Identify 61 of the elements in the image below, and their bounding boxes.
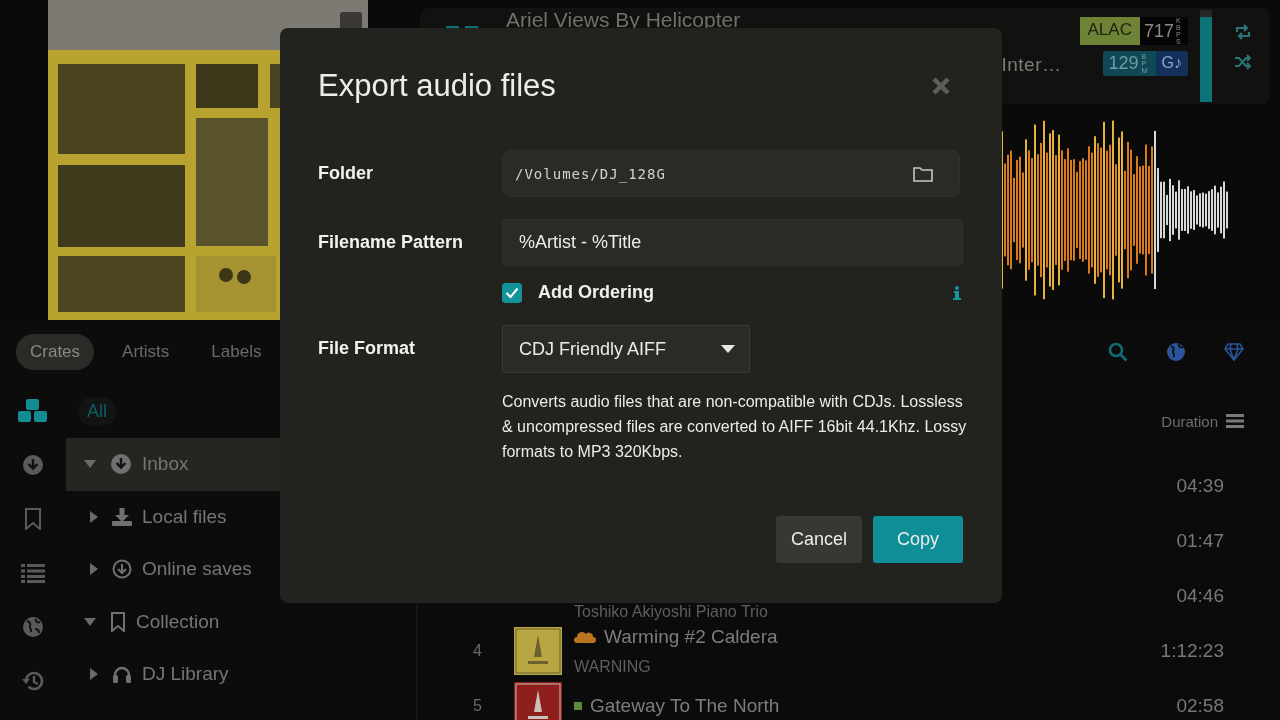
caret-right-icon[interactable] [90,668,98,681]
track-duration: 04:39 [1175,474,1225,497]
pattern-field[interactable]: %Artist - %Title [502,219,963,266]
column-menu-icon[interactable] [1226,414,1244,428]
browser-tab[interactable]: Crates [16,334,95,370]
format-description: Converts audio files that are non-compatible with CDJs. Lossless & uncompressed files are converted to AIFF 16bit 44.1Khz. Lossy formats to MP3 320Kbps. [502,392,968,462]
field-label: Filename Pattern [318,232,465,253]
cubes-icon[interactable] [17,398,49,424]
track-duration: 02:58 [1175,694,1225,717]
browser-tab[interactable]: Labels [197,334,276,370]
caret-right-icon[interactable] [90,563,98,576]
copy-button[interactable]: Copy [872,516,963,563]
browser-tab[interactable]: Artists [108,334,184,370]
shuffle-icon[interactable] [1234,54,1252,70]
globe-icon[interactable] [1166,342,1186,362]
download-icon[interactable] [22,454,44,476]
track-artist: WARNING [574,657,652,676]
headphones-icon [112,665,132,684]
checkbox-label: Add Ordering [538,282,654,303]
search-icon[interactable] [1108,342,1128,362]
filter-chip[interactable]: All [78,396,116,426]
cancel-button[interactable]: Cancel [775,516,862,563]
bookmark-icon[interactable] [24,508,42,530]
tree-item[interactable]: Online saves [66,543,416,596]
checkbox[interactable] [502,282,522,303]
track-duration: 1:12:23 [1159,639,1225,662]
download-icon[interactable] [110,453,132,476]
folder-field[interactable]: /Volumes/DJ_128G [502,150,960,197]
folder-icon[interactable] [913,165,933,182]
tree-item[interactable]: DJ Library [66,648,416,701]
tray-download-icon [112,507,132,526]
cloud-icon [574,630,596,643]
tree-item[interactable]: Local files [66,490,416,543]
format-badge: ALAC [1079,17,1140,45]
dialog-title: Export audio files [318,68,556,104]
globe-icon[interactable] [22,616,44,638]
track-number: 4 [473,641,482,659]
format-dropdown[interactable]: CDJ Friendly AIFF [502,325,750,373]
track-title: Gateway To The North [590,694,780,717]
track-duration: 04:46 [1175,584,1225,607]
track-number: 5 [473,696,482,714]
column-header[interactable]: Duration [1161,412,1218,430]
track-title: Warming #2 Caldera [604,625,778,648]
diamond-icon[interactable] [1224,343,1244,361]
track-artist: Toshiko Akiyoshi Piano Trio [574,602,769,621]
tree-item[interactable]: Collection [66,595,416,648]
history-icon[interactable] [21,670,45,692]
repeat-icon[interactable] [1234,24,1252,40]
list-icon[interactable] [21,563,45,583]
track-duration: 01:47 [1175,529,1225,552]
key-badge: G♪ [1155,51,1188,76]
bookmark-icon [110,611,126,632]
caret-right-icon[interactable] [90,510,98,523]
field-label: File Format [318,338,416,359]
caret-down-icon[interactable] [721,345,735,353]
field-label: Folder [318,163,374,184]
close-icon[interactable] [931,76,951,96]
track-subtitle: Inter… [1001,54,1062,76]
info-icon[interactable] [953,285,961,300]
download-icon [112,559,132,580]
square-icon [574,701,582,710]
